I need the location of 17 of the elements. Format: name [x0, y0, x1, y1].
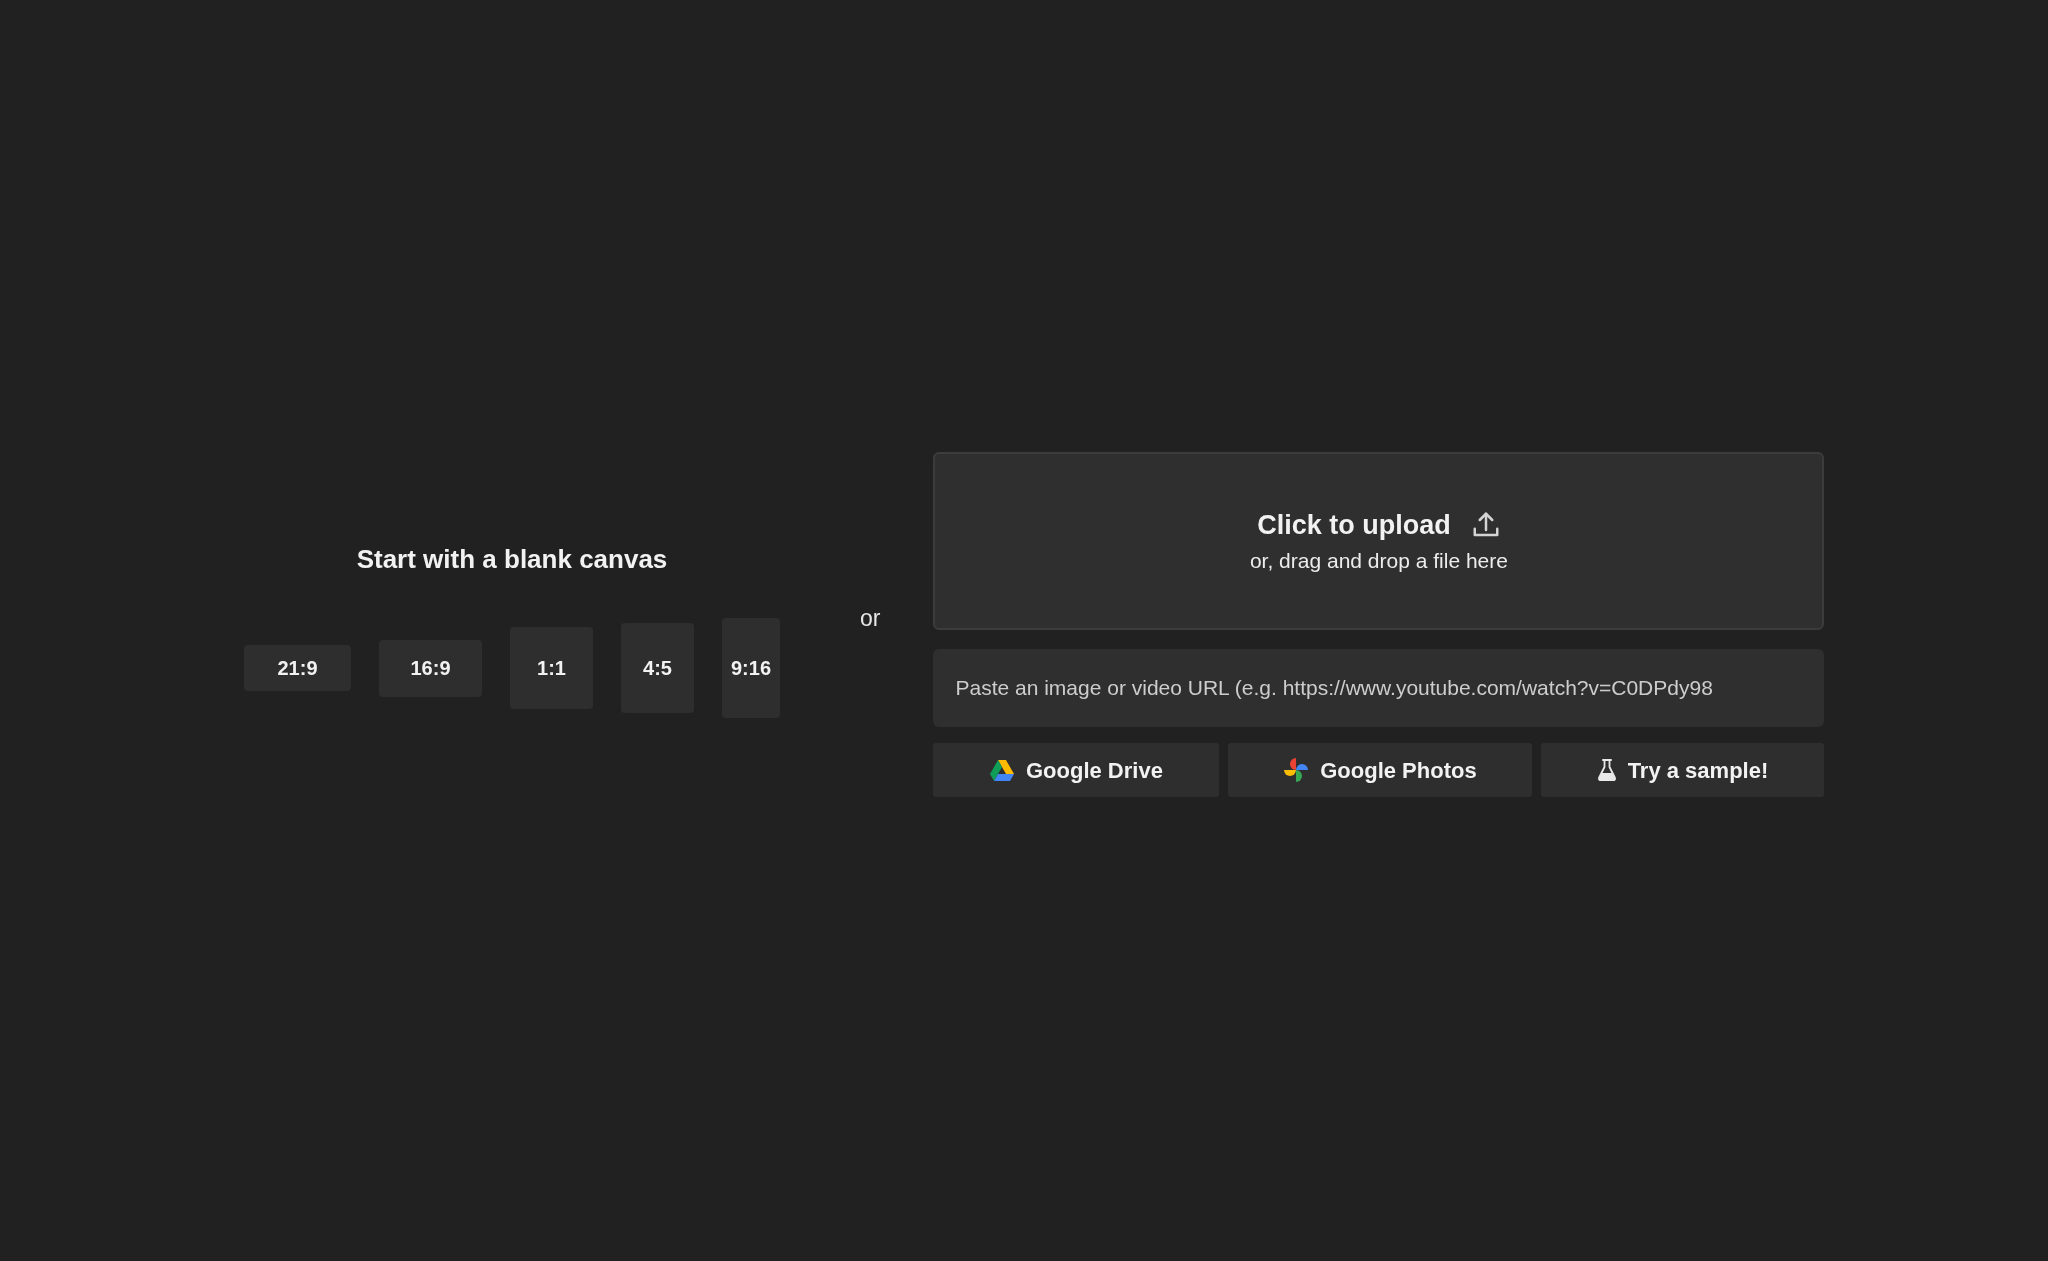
- aspect-ratio-button[interactable]: 9:16: [722, 618, 780, 718]
- aspect-ratio-button[interactable]: 1:1: [510, 627, 593, 709]
- pinwheel-icon: [1284, 758, 1309, 782]
- source-button[interactable]: Try a sample!: [1541, 743, 1825, 797]
- upload-title: Click to upload: [1257, 509, 1451, 542]
- source-button[interactable]: Google Photos: [1228, 743, 1533, 797]
- or-separator: or: [860, 604, 881, 634]
- upload-subtitle: or, drag and drop a file here: [1249, 548, 1508, 574]
- drive-triangle-icon: [990, 759, 1014, 781]
- flask-icon: [1597, 759, 1616, 781]
- source-button[interactable]: Google Drive: [933, 743, 1220, 797]
- blank-canvas-title: Start with a blank canvas: [356, 543, 668, 576]
- aspect-ratio-button[interactable]: 16:9: [379, 639, 482, 697]
- url-input-field[interactable]: Paste an image or video URL (e.g. https://www.youtube.com/watch?v=C0DPdy98: [933, 649, 1825, 727]
- aspect-ratio-button[interactable]: 4:5: [621, 623, 694, 713]
- aspect-ratio-button[interactable]: 21:9: [244, 645, 351, 691]
- upload-dropzone[interactable]: Click to upload or, drag and drop a file here: [933, 452, 1825, 630]
